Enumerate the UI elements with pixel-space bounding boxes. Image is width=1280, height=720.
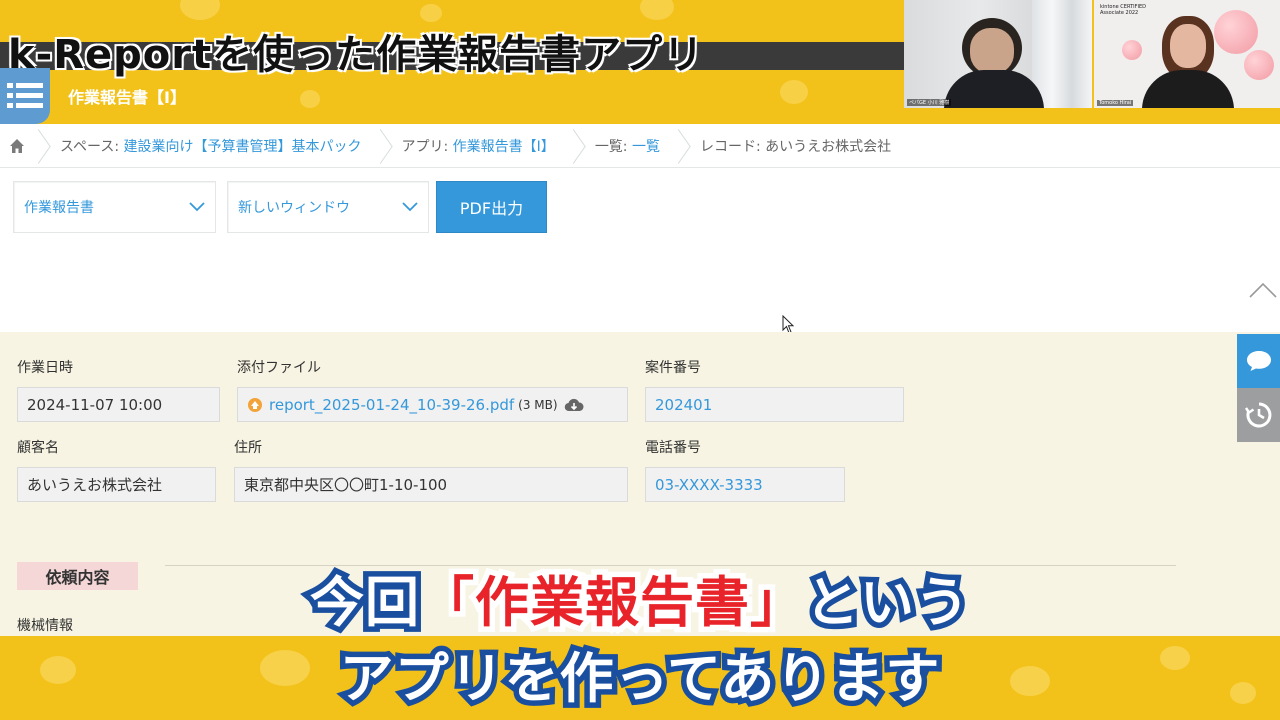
attachment-size: (3 MB)	[518, 397, 558, 412]
hamburger-icon	[7, 83, 43, 108]
chevron-up-icon[interactable]	[1248, 280, 1278, 300]
field-value: 東京都中央区〇〇町1-10-100	[234, 467, 628, 502]
webcam-name-label: ペパGE 小川 雅樹	[907, 99, 952, 106]
video-title: k-Reportを使った作業報告書アプリ	[7, 31, 705, 79]
subtitle-line-2: アプリを作ってあります	[334, 642, 945, 716]
field-label: 電話番号	[645, 440, 701, 456]
template-select-value: 作業報告書	[24, 200, 94, 216]
breadcrumb-space[interactable]: スペース: 建設業向け【予算書管理】基本パック	[52, 136, 376, 156]
breadcrumb-separator	[34, 124, 52, 168]
breadcrumb-record: レコード: あいうえお株式会社	[699, 138, 892, 155]
breadcrumb-separator	[569, 124, 587, 168]
field-label: 案件番号	[645, 360, 701, 376]
home-icon	[10, 138, 24, 153]
app-header-title: 作業報告書【I】	[68, 88, 186, 107]
field-phone: 電話番号 03-XXXX-3333	[645, 437, 845, 502]
webcam-presenter-1: ペパGE 小川 雅樹	[904, 0, 1092, 108]
template-select[interactable]: 作業報告書	[13, 181, 216, 233]
field-value: report_2025-01-24_10-39-26.pdf (3 MB)	[237, 387, 628, 422]
field-value[interactable]: 202401	[645, 387, 904, 422]
chevron-down-icon	[189, 202, 205, 212]
pdf-export-button[interactable]: PDF出力	[436, 181, 547, 233]
cloud-download-icon[interactable]	[564, 398, 584, 412]
breadcrumb-app[interactable]: アプリ: 作業報告書【I】	[394, 136, 569, 156]
comment-icon	[1246, 351, 1271, 371]
field-case-number: 案件番号 202401	[645, 357, 904, 422]
breadcrumb-view[interactable]: 一覧: 一覧	[587, 136, 674, 156]
certification-badge: kintone CERTIFIED Associate 2022	[1100, 4, 1146, 16]
field-attachment: 添付ファイル report_2025-01-24_10-39-26.pdf (3…	[237, 357, 628, 422]
file-icon	[247, 397, 263, 413]
window-select-value: 新しいウィンドウ	[238, 200, 350, 216]
breadcrumb: スペース: 建設業向け【予算書管理】基本パック アプリ: 作業報告書【I】 一覧…	[0, 124, 1280, 168]
field-label: 作業日時	[17, 360, 73, 376]
attachment-link[interactable]: report_2025-01-24_10-39-26.pdf	[269, 396, 514, 414]
window-select[interactable]: 新しいウィンドウ	[227, 181, 429, 233]
comment-tab[interactable]	[1237, 334, 1280, 388]
menu-button[interactable]	[0, 68, 50, 124]
field-value: 2024-11-07 10:00	[17, 387, 220, 422]
history-tab[interactable]	[1237, 388, 1280, 442]
webcam-presenter-2: kintone CERTIFIED Associate 2022 Tomoko …	[1094, 0, 1280, 108]
field-value[interactable]: 03-XXXX-3333	[645, 467, 845, 502]
record-toolbar: 作業報告書 新しいウィンドウ PDF出力	[0, 168, 1280, 334]
field-label: 住所	[234, 440, 262, 456]
breadcrumb-separator	[674, 124, 692, 168]
subtitle-line-1: 今回「作業報告書」という	[305, 566, 975, 640]
field-address: 住所 東京都中央区〇〇町1-10-100	[234, 437, 628, 502]
breadcrumb-separator	[376, 124, 394, 168]
field-value: あいうえお株式会社	[17, 467, 216, 502]
field-work-datetime: 作業日時 2024-11-07 10:00	[17, 357, 220, 422]
history-icon	[1244, 402, 1271, 428]
field-label: 顧客名	[17, 440, 59, 456]
chevron-down-icon	[402, 202, 418, 212]
field-customer: 顧客名 あいうえお株式会社	[17, 437, 216, 502]
field-label: 添付ファイル	[237, 360, 321, 376]
webcam-name-label: Tomoko Hirai	[1097, 100, 1134, 106]
